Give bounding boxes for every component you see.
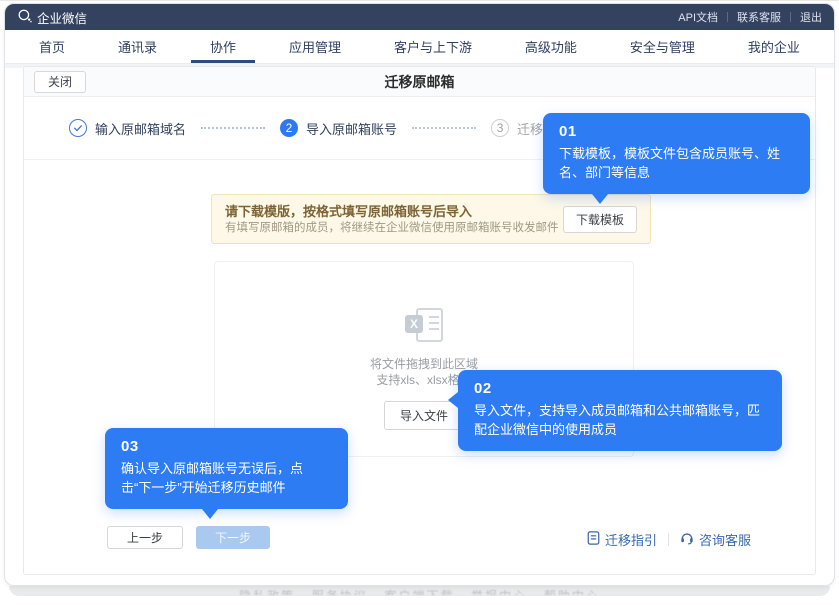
callout-02-import-file: 02 导入文件，支持导入成员邮箱和公共邮箱账号，匹配企业微信中的使用成员: [458, 370, 782, 451]
step-number-badge: 2: [280, 119, 298, 137]
nav-tab-advanced[interactable]: 高级功能: [525, 30, 577, 63]
step-label: 导入原邮箱账号: [306, 119, 397, 138]
xls-file-icon: X: [403, 308, 445, 346]
topbar-link-logout[interactable]: 退出: [800, 9, 822, 25]
notice-texts: 请下载模版，按格式填写原邮箱账号后导入 有填写原邮箱的成员，将继续在企业微信使用…: [225, 203, 563, 236]
divider: [727, 12, 728, 22]
divider: [668, 533, 669, 546]
divider: [790, 12, 791, 22]
step-label: 输入原邮箱域名: [95, 119, 186, 138]
nav-tab-security[interactable]: 安全与管理: [630, 30, 695, 63]
callout-text: 确认导入原邮箱账号无误后，点击“下一步”开始迁移历史邮件: [121, 459, 332, 497]
callout-text: 下载模板，模板文件包含成员账号、姓名、部门等信息: [559, 144, 794, 182]
page-title: 迁移原邮箱: [24, 67, 815, 97]
topbar-links: API文档 联系客服 退出: [678, 9, 822, 25]
callout-number: 03: [121, 437, 332, 457]
step-1-enter-domain: 输入原邮箱域名: [69, 119, 186, 138]
xls-badge-letter: X: [405, 315, 423, 333]
wizard-header: 关闭 迁移原邮箱: [24, 67, 815, 97]
migration-guide-link[interactable]: 迁移指引: [587, 530, 657, 549]
brand-name: 企业微信: [37, 8, 87, 27]
headset-icon: [680, 531, 694, 548]
nav-tab-contacts[interactable]: 通讯录: [118, 30, 157, 63]
nav-tab-home[interactable]: 首页: [39, 30, 65, 63]
step-number-badge: 3: [491, 119, 509, 137]
callout-number: 02: [474, 379, 766, 399]
callout-number: 01: [559, 122, 794, 142]
footer-links-partial: 隐私政策 · 服务协议 · 客户端下载 · 举报中心 · 帮助中心: [0, 587, 839, 595]
contact-support-link[interactable]: 咨询客服: [680, 530, 751, 549]
brand-logo: 企业微信: [17, 8, 87, 27]
topbar-link-api-docs[interactable]: API文档: [678, 9, 718, 25]
step-done-check-icon: [69, 119, 87, 137]
step-connector: [412, 127, 476, 129]
page-top-divider: [0, 0, 839, 1]
nav-tab-customers[interactable]: 客户与上下游: [394, 30, 472, 63]
nav-tab-collaboration[interactable]: 协作: [210, 30, 236, 63]
notice-title: 请下载模版，按格式填写原邮箱账号后导入: [225, 203, 563, 220]
prev-step-button[interactable]: 上一步: [107, 526, 183, 549]
main-nav: 首页 通讯录 协作 应用管理 客户与上下游 高级功能 安全与管理 我的企业: [5, 30, 834, 64]
callout-03-next-step: 03 确认导入原邮箱账号无误后，点击“下一步”开始迁移历史邮件: [105, 428, 348, 509]
topbar: 企业微信 API文档 联系客服 退出: [5, 4, 834, 30]
topbar-link-contact-support[interactable]: 联系客服: [737, 9, 781, 25]
next-step-button-disabled[interactable]: 下一步: [196, 526, 270, 549]
document-icon: [587, 531, 600, 548]
close-button[interactable]: 关闭: [34, 71, 86, 93]
callout-text: 导入文件，支持导入成员邮箱和公共邮箱账号，匹配企业微信中的使用成员: [474, 401, 766, 439]
help-links: 迁移指引 咨询客服: [587, 530, 751, 549]
nav-tab-apps[interactable]: 应用管理: [289, 30, 341, 63]
notice-subtitle: 有填写原邮箱的成员，将继续在企业微信使用原邮箱账号收发邮件: [225, 221, 563, 236]
download-template-button[interactable]: 下载模板: [563, 206, 637, 233]
step-connector: [201, 127, 265, 129]
callout-01-download-template: 01 下载模板，模板文件包含成员账号、姓名、部门等信息: [543, 113, 810, 194]
wizard-actions: 上一步 下一步: [107, 526, 270, 549]
chat-bubble-icon: [17, 8, 32, 26]
nav-tab-my-company[interactable]: 我的企业: [748, 30, 800, 63]
step-2-import-accounts: 2 导入原邮箱账号: [280, 119, 397, 138]
template-notice-banner: 请下载模版，按格式填写原邮箱账号后导入 有填写原邮箱的成员，将继续在企业微信使用…: [211, 194, 651, 244]
